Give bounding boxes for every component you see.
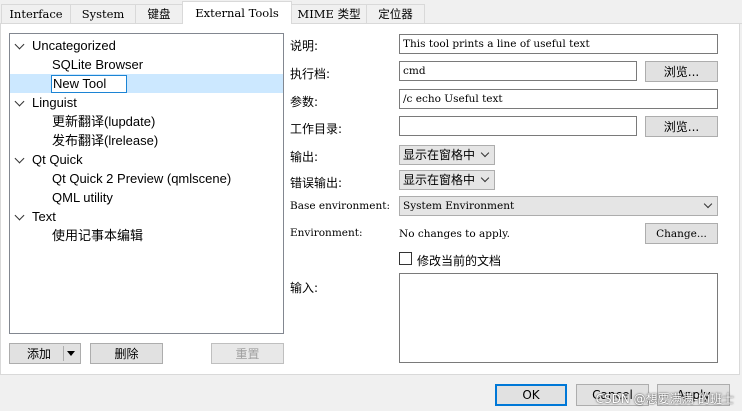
output-select[interactable]: 显示在窗格中	[399, 145, 495, 165]
reset-label: 重置	[235, 347, 260, 361]
add-tool-button[interactable]: 添加	[9, 343, 81, 364]
tab-external-tools[interactable]: External Tools	[182, 1, 292, 24]
change-environment-button[interactable]: Change...	[645, 223, 718, 244]
watermark-text: CSDN @想要满满-的班士	[595, 392, 734, 406]
expand-arrow-icon[interactable]	[14, 153, 25, 164]
tab-system[interactable]: System	[70, 4, 136, 23]
modify-document-checkbox[interactable]	[399, 252, 412, 265]
description-field[interactable]: This tool prints a line of useful text	[399, 34, 718, 54]
category-label: Linguist	[32, 95, 77, 110]
error-output-label: 错误输出:	[290, 176, 343, 190]
error-output-value: 显示在窗格中	[403, 173, 476, 187]
tab-interface[interactable]: Interface	[1, 4, 71, 23]
tool-label: 更新翻译(lupdate)	[52, 114, 156, 129]
rename-tool-input[interactable]: New Tool	[51, 75, 128, 93]
chevron-down-icon	[480, 148, 490, 158]
workdir-field[interactable]	[399, 116, 637, 136]
tool-label: QML utility	[52, 190, 113, 205]
browse-workdir-button[interactable]: 浏览...	[645, 116, 718, 137]
tool-label: 发布翻译(lrelease)	[52, 133, 159, 148]
tree-category-qt-quick[interactable]: Qt Quick	[10, 150, 283, 169]
category-label: Qt Quick	[32, 152, 83, 167]
description-label: 说明:	[290, 39, 319, 53]
base-environment-select[interactable]: System Environment	[399, 196, 718, 216]
category-label: Uncategorized	[32, 38, 116, 53]
browse-label: 浏览...	[663, 120, 700, 134]
description-value: This tool prints a line of useful text	[403, 38, 590, 50]
tree-category-text[interactable]: Text	[10, 207, 283, 226]
output-value: 显示在窗格中	[403, 148, 476, 162]
tab-label: 定位器	[378, 7, 413, 21]
tab-label: External Tools	[195, 6, 279, 20]
tab-locator[interactable]: 定位器	[366, 4, 425, 23]
dropdown-caret-icon[interactable]	[67, 351, 75, 356]
tab-label: MIME 类型	[297, 7, 361, 21]
remove-tool-button[interactable]: 删除	[90, 343, 163, 364]
base-environment-label: Base environment:	[290, 200, 390, 212]
base-environment-value: System Environment	[403, 200, 515, 212]
add-label: 添加	[27, 347, 52, 361]
settings-tab-bar: Interface System 键盘 External Tools MIME …	[0, 0, 742, 24]
tree-item-sqlite-browser[interactable]: SQLite Browser	[10, 55, 283, 74]
input-textarea[interactable]	[399, 273, 718, 363]
tree-item-lupdate[interactable]: 更新翻译(lupdate)	[10, 112, 283, 131]
workdir-label: 工作目录:	[290, 122, 343, 136]
tab-mime-types[interactable]: MIME 类型	[291, 4, 367, 23]
arguments-label: 参数:	[290, 95, 319, 109]
browse-label: 浏览...	[663, 65, 700, 79]
input-label: 输入:	[290, 281, 319, 295]
browse-executable-button[interactable]: 浏览...	[645, 61, 718, 82]
tab-keyboard[interactable]: 键盘	[135, 4, 183, 23]
tree-item-new-tool[interactable]: New Tool	[10, 74, 283, 93]
change-label: Change...	[656, 227, 707, 240]
environment-label: Environment:	[290, 227, 363, 239]
chevron-down-icon	[703, 199, 713, 209]
chevron-down-icon	[480, 173, 490, 183]
split-divider	[63, 346, 64, 361]
tab-label: System	[81, 7, 125, 21]
environment-value: No changes to apply.	[399, 228, 510, 240]
arguments-field[interactable]: /c echo Useful text	[399, 89, 718, 109]
expand-arrow-icon[interactable]	[14, 210, 25, 221]
remove-label: 删除	[114, 347, 139, 361]
tree-item-notepad-edit[interactable]: 使用记事本编辑	[10, 226, 283, 245]
tool-label: Qt Quick 2 Preview (qmlscene)	[52, 171, 232, 186]
executable-field[interactable]: cmd	[399, 61, 637, 81]
tools-tree[interactable]: Uncategorized SQLite Browser New Tool Li…	[9, 33, 284, 334]
tool-label: SQLite Browser	[52, 57, 144, 72]
executable-label: 执行档:	[290, 67, 331, 81]
tool-label: 使用记事本编辑	[52, 228, 144, 243]
tree-category-uncategorized[interactable]: Uncategorized	[10, 36, 283, 55]
error-output-select[interactable]: 显示在窗格中	[399, 170, 495, 190]
tab-label: 键盘	[147, 7, 171, 21]
tree-item-lrelease[interactable]: 发布翻译(lrelease)	[10, 131, 283, 150]
output-label: 输出:	[290, 150, 319, 164]
ok-label: OK	[522, 388, 540, 402]
reset-tool-button[interactable]: 重置	[211, 343, 284, 364]
tab-label: Interface	[9, 7, 63, 21]
category-label: Text	[32, 209, 56, 224]
tree-category-linguist[interactable]: Linguist	[10, 93, 283, 112]
executable-value: cmd	[403, 65, 426, 77]
expand-arrow-icon[interactable]	[14, 39, 25, 50]
arguments-value: /c echo Useful text	[403, 93, 503, 105]
ok-button[interactable]: OK	[495, 384, 567, 406]
modify-document-label: 修改当前的文档	[417, 254, 502, 268]
tree-item-qml-utility[interactable]: QML utility	[10, 188, 283, 207]
expand-arrow-icon[interactable]	[14, 96, 25, 107]
tree-item-qmlscene[interactable]: Qt Quick 2 Preview (qmlscene)	[10, 169, 283, 188]
